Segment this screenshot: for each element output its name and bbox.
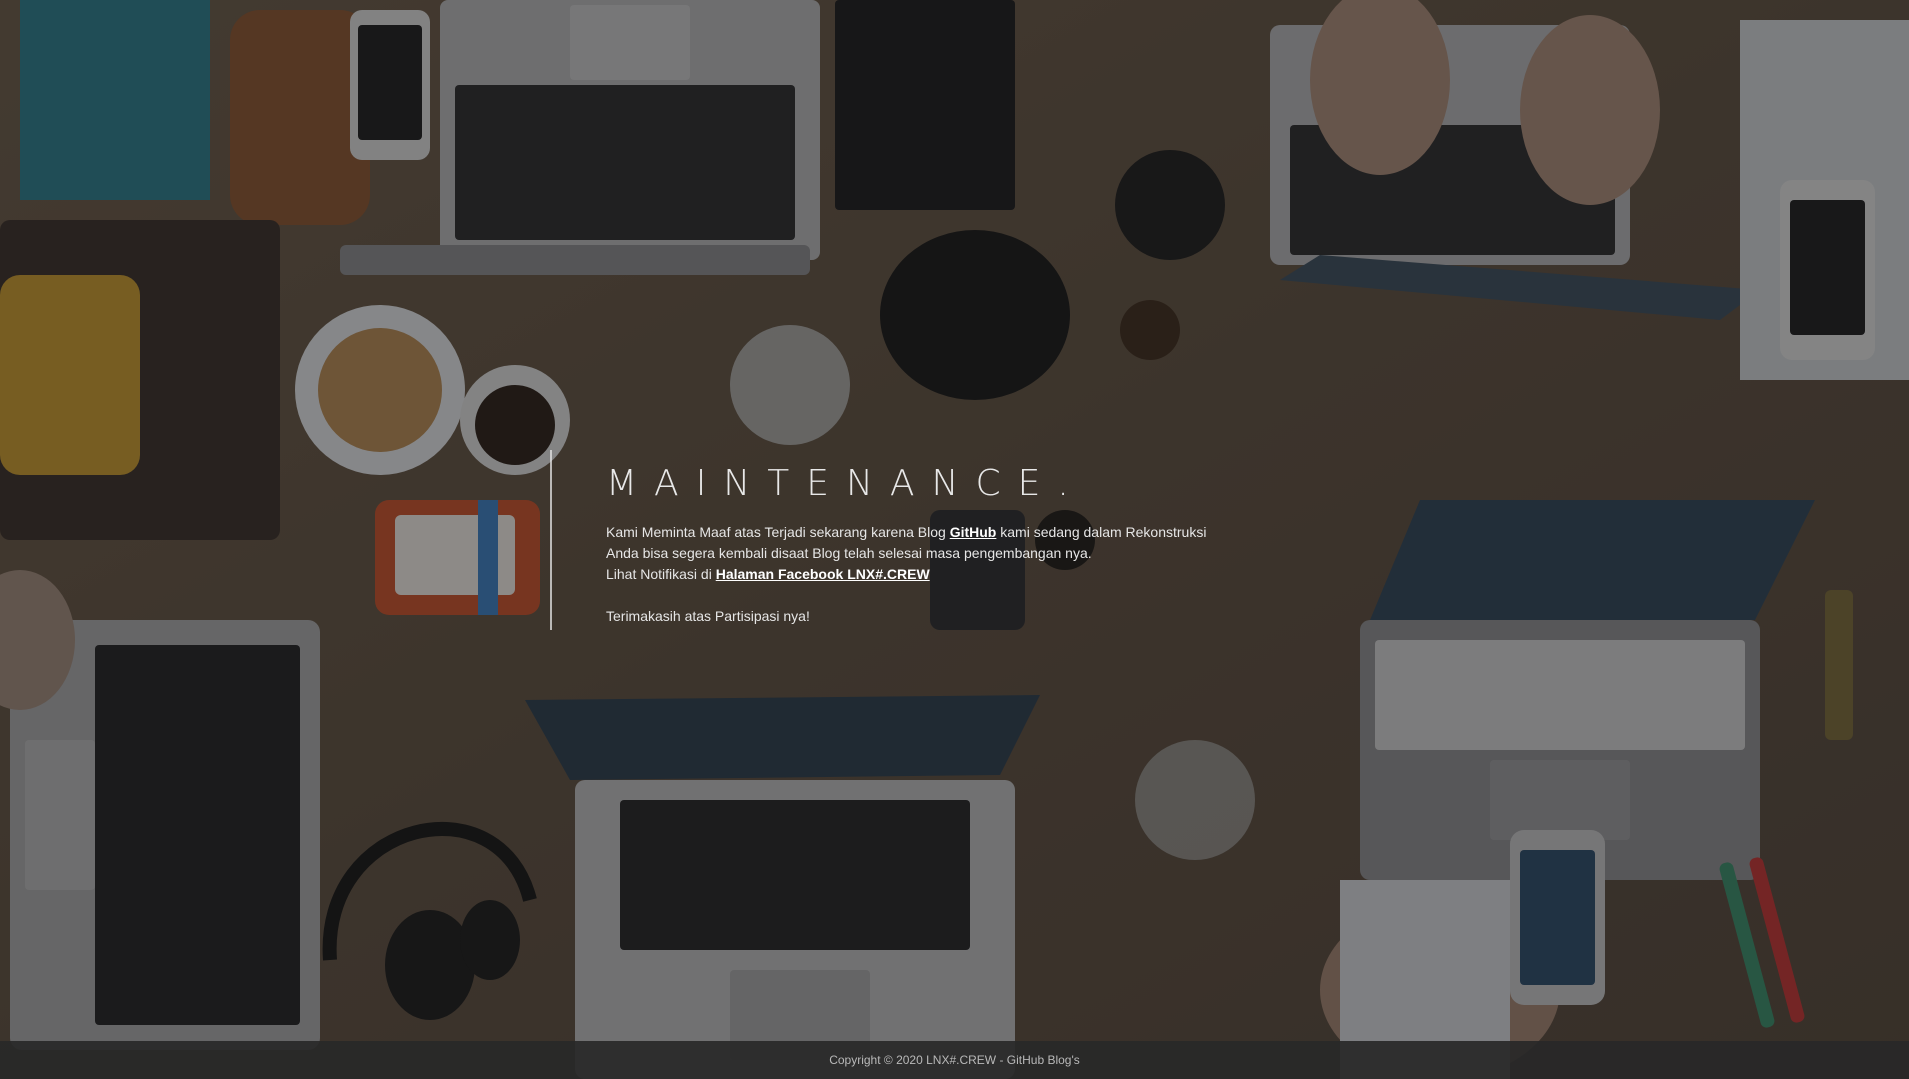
message-line-3: Lihat Notifikasi di Halaman Facebook LNX… bbox=[606, 564, 1246, 585]
copyright-text: Copyright © 2020 LNX#.CREW - GitHub Blog… bbox=[829, 1053, 1080, 1067]
message-line-1-post: kami sedang dalam Rekonstruksi bbox=[996, 524, 1207, 540]
message-block: MAINTENANCE. Kami Meminta Maaf atas Terj… bbox=[606, 464, 1246, 627]
facebook-page-link[interactable]: Halaman Facebook LNX#.CREW bbox=[716, 566, 930, 582]
footer: Copyright © 2020 LNX#.CREW - GitHub Blog… bbox=[0, 1041, 1909, 1079]
message-line-2: Anda bisa segera kembali disaat Blog tel… bbox=[606, 545, 1092, 561]
page-title: MAINTENANCE. bbox=[606, 463, 1086, 504]
maintenance-page: MAINTENANCE. Kami Meminta Maaf atas Terj… bbox=[0, 0, 1909, 1079]
github-link[interactable]: GitHub bbox=[950, 524, 997, 540]
message-line-1: Kami Meminta Maaf atas Terjadi sekarang … bbox=[606, 522, 1246, 543]
message-line-3-pre: Lihat Notifikasi di bbox=[606, 566, 716, 582]
thanks-message: Terimakasih atas Partisipasi nya! bbox=[606, 608, 810, 624]
vertical-divider bbox=[550, 450, 552, 630]
maintenance-content: MAINTENANCE. Kami Meminta Maaf atas Terj… bbox=[550, 450, 1250, 630]
message-line-1-pre: Kami Meminta Maaf atas Terjadi sekarang … bbox=[606, 524, 950, 540]
